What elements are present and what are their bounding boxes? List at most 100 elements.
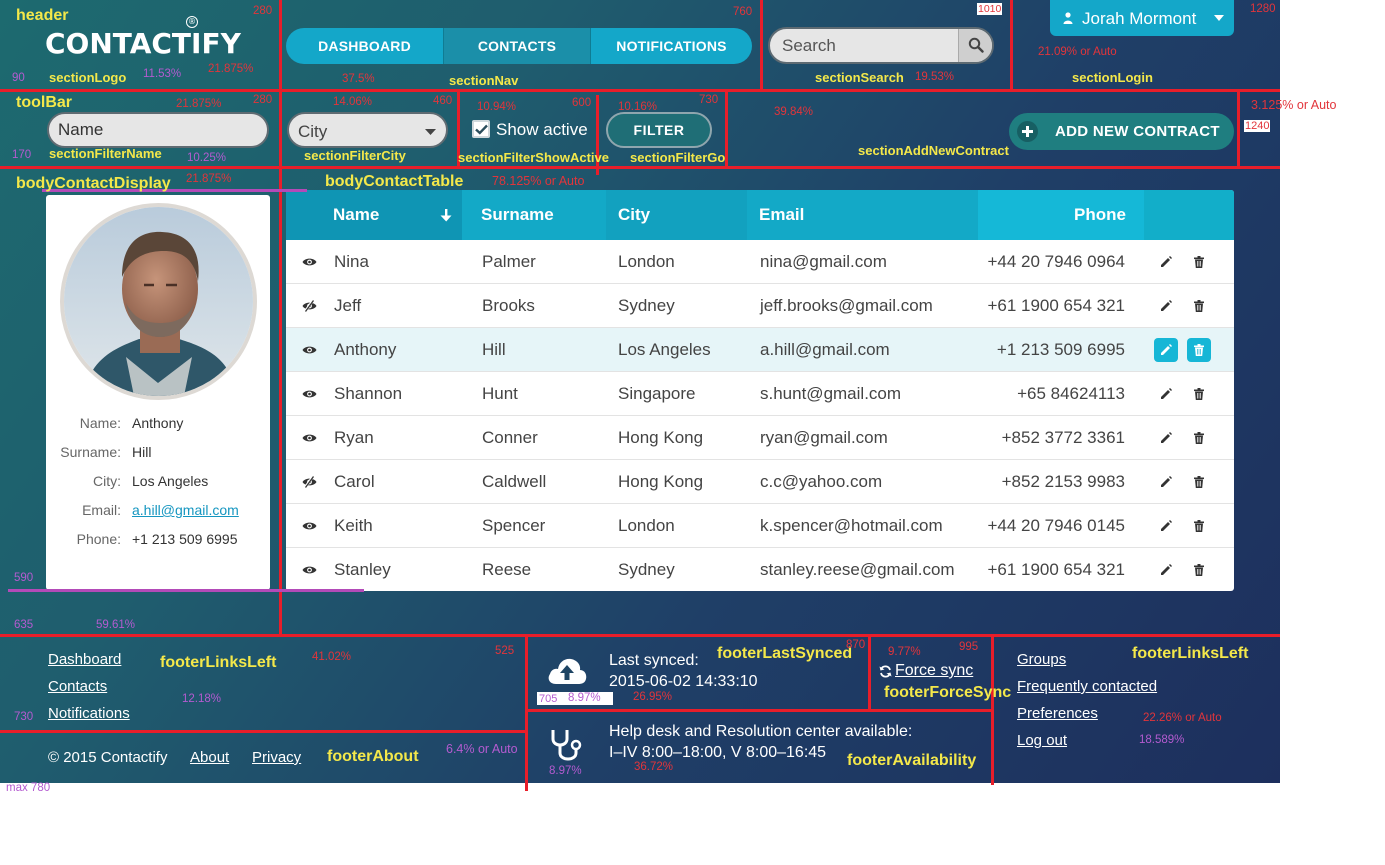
chevron-down-icon bbox=[1214, 15, 1224, 21]
cell-city: London bbox=[618, 516, 675, 535]
edit-button[interactable] bbox=[1154, 338, 1178, 362]
annot-val-logo-w: 21.875% bbox=[208, 63, 254, 75]
edit-button[interactable] bbox=[1154, 382, 1178, 406]
annot-add-new-contract: sectionAddNewContract bbox=[858, 143, 1009, 158]
eye-icon[interactable] bbox=[302, 520, 317, 532]
guide-line-v280 bbox=[279, 0, 282, 636]
annot-filter-city: sectionFilterCity bbox=[304, 148, 406, 163]
guide-line-v525 bbox=[525, 636, 528, 791]
column-header-email[interactable]: Email bbox=[759, 190, 804, 240]
footer-link-about[interactable]: About bbox=[190, 749, 229, 766]
table-row[interactable]: Anthony Hill Los Angeles a.hill@gmail.com +1… bbox=[286, 328, 1234, 372]
guide-line-h90 bbox=[0, 89, 1280, 92]
cell-email: a.hill@gmail.com bbox=[760, 340, 890, 359]
annot-footer-force-sync: footerForceSync bbox=[884, 684, 1012, 701]
edit-button[interactable] bbox=[1154, 558, 1178, 582]
eye-icon[interactable] bbox=[302, 256, 317, 268]
footer-link-logout[interactable]: Log out bbox=[1017, 732, 1067, 749]
column-header-name[interactable]: Name bbox=[333, 190, 379, 240]
add-new-contract-button[interactable]: ADD NEW CONTRACT bbox=[1009, 113, 1234, 150]
delete-button[interactable] bbox=[1187, 250, 1211, 274]
delete-button[interactable] bbox=[1187, 294, 1211, 318]
footer-link-frequently-contacted[interactable]: Frequently contacted bbox=[1017, 678, 1157, 695]
table-row[interactable]: Stanley Reese Sydney stanley.reese@gmail.co… bbox=[286, 548, 1234, 591]
edit-icon bbox=[1161, 564, 1172, 575]
column-header-city[interactable]: City bbox=[618, 190, 650, 240]
eye-icon[interactable] bbox=[302, 432, 317, 444]
app-logo[interactable]: CONTACTIFY bbox=[45, 27, 241, 60]
annot-body-contact-table: bodyContactTable bbox=[325, 173, 464, 190]
annot-val-login-w: 21.09% or Auto bbox=[1038, 46, 1117, 58]
edit-button[interactable] bbox=[1154, 514, 1178, 538]
sort-arrow-down-icon[interactable] bbox=[440, 209, 452, 222]
help-desk-title: Help desk and Resolution center availabl… bbox=[609, 723, 913, 740]
nav-tab-contacts[interactable]: CONTACTS bbox=[443, 28, 591, 64]
refresh-icon[interactable] bbox=[879, 665, 892, 678]
name-filter-input[interactable] bbox=[47, 112, 269, 148]
cell-city: Singapore bbox=[618, 384, 696, 403]
cell-city: Sydney bbox=[618, 296, 675, 315]
edit-button[interactable] bbox=[1154, 250, 1178, 274]
show-active-checkbox[interactable] bbox=[472, 120, 490, 138]
table-row[interactable]: Keith Spencer London k.spencer@hotmail.com +… bbox=[286, 504, 1234, 548]
annot-val-fsa-w: 10.94% bbox=[477, 101, 517, 113]
detail-email-label: Email: bbox=[82, 502, 121, 518]
delete-icon bbox=[1194, 520, 1204, 532]
eye-icon[interactable] bbox=[302, 564, 317, 576]
annot-footer-last-synced: footerLastSynced bbox=[717, 645, 853, 662]
eye-icon[interactable] bbox=[302, 344, 317, 356]
footer-link-preferences[interactable]: Preferences bbox=[1017, 705, 1098, 722]
contact-detail-card: Name: Anthony Surname: Hill City: Los An… bbox=[46, 195, 270, 590]
column-header-surname[interactable]: Surname bbox=[481, 190, 554, 240]
annot-val-tb-280: 280 bbox=[253, 94, 273, 106]
column-header-phone[interactable]: Phone bbox=[1074, 190, 1126, 240]
footer-link-groups[interactable]: Groups bbox=[1017, 651, 1066, 668]
footer-link-privacy[interactable]: Privacy bbox=[252, 749, 301, 766]
filter-button[interactable]: FILTER bbox=[606, 112, 712, 148]
delete-button[interactable] bbox=[1187, 426, 1211, 450]
annot-val-search-w: 19.53% bbox=[915, 71, 955, 83]
edit-button[interactable] bbox=[1154, 470, 1178, 494]
delete-button[interactable] bbox=[1187, 558, 1211, 582]
eye-slash-icon[interactable] bbox=[302, 476, 317, 488]
delete-button[interactable] bbox=[1187, 514, 1211, 538]
annot-val-fav-w: 36.72% bbox=[634, 761, 674, 773]
delete-button[interactable] bbox=[1187, 338, 1211, 362]
nav-tab-notifications[interactable]: NOTIFICATIONS bbox=[591, 28, 752, 64]
annot-filter-name: sectionFilterName bbox=[49, 146, 162, 161]
table-row[interactable]: Shannon Hunt Singapore s.hunt@gmail.com +65 … bbox=[286, 372, 1234, 416]
cell-surname: Reese bbox=[482, 560, 532, 579]
search-input[interactable] bbox=[770, 29, 958, 62]
user-menu-button[interactable]: Jorah Mormont bbox=[1050, 0, 1234, 36]
guide-line-h635 bbox=[0, 634, 1280, 637]
annot-val-635: 635 bbox=[14, 619, 34, 631]
city-select[interactable]: City bbox=[287, 112, 448, 148]
detail-name-value: Anthony bbox=[132, 415, 184, 431]
footer-link-notifications[interactable]: Notifications bbox=[48, 705, 130, 722]
table-row[interactable]: Carol Caldwell Hong Kong c.c@yahoo.com +852 … bbox=[286, 460, 1234, 504]
eye-icon[interactable] bbox=[302, 388, 317, 400]
nav-tab-dashboard[interactable]: DASHBOARD bbox=[286, 28, 443, 64]
table-row[interactable]: Jeff Brooks Sydney jeff.brooks@gmail.com +61… bbox=[286, 284, 1234, 328]
edit-button[interactable] bbox=[1154, 294, 1178, 318]
delete-button[interactable] bbox=[1187, 382, 1211, 406]
search-button[interactable] bbox=[958, 29, 992, 62]
delete-button[interactable] bbox=[1187, 470, 1211, 494]
eye-slash-icon[interactable] bbox=[302, 300, 317, 312]
annot-val-590: 590 bbox=[14, 572, 34, 584]
cell-email: stanley.reese@gmail.com bbox=[760, 560, 955, 579]
table-row[interactable]: Ryan Conner Hong Kong ryan@gmail.com +852 37… bbox=[286, 416, 1234, 460]
guide-line-h170 bbox=[0, 166, 1280, 169]
table-row[interactable]: Nina Palmer London nina@gmail.com +44 20 794… bbox=[286, 240, 1234, 284]
detail-email-link[interactable]: a.hill@gmail.com bbox=[132, 502, 239, 518]
detail-name-label: Name: bbox=[79, 415, 121, 431]
edit-button[interactable] bbox=[1154, 426, 1178, 450]
force-sync-link[interactable]: Force sync bbox=[895, 662, 973, 680]
delete-icon bbox=[1194, 432, 1204, 444]
footer-link-dashboard[interactable]: Dashboard bbox=[48, 651, 121, 668]
table-header: Name Surname City Email Phone bbox=[286, 190, 1234, 240]
footer-link-contacts[interactable]: Contacts bbox=[48, 678, 107, 695]
show-active-label[interactable]: Show active bbox=[496, 120, 588, 140]
annot-val-bct-w: 78.125% or Auto bbox=[492, 174, 585, 188]
cell-name: Ryan bbox=[334, 428, 374, 447]
